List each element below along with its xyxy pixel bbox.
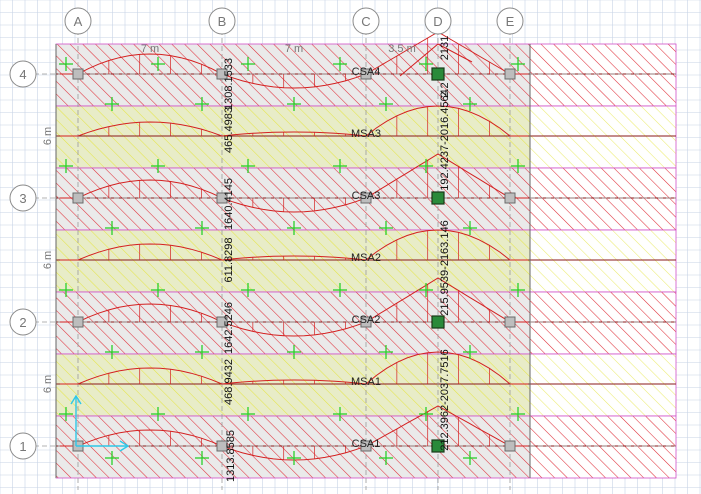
- grid-bubble-label: D: [433, 14, 442, 29]
- column-square: [72, 192, 84, 204]
- moment-label-b-msa3: 465.4983: [223, 107, 235, 153]
- moment-label-d-msa3: 192.4237-2016.4564: [439, 89, 451, 191]
- grid-bubble-label: E: [506, 14, 515, 29]
- strip-label-msa2: MSA2: [351, 252, 381, 264]
- moment-label-b-msa2: 611.8298: [223, 237, 235, 282]
- moment-label-d-msa1: 212.3962-2037.7516: [439, 349, 451, 451]
- strip-label-csa3: CSA3: [352, 190, 381, 202]
- moment-label-b-csa3: 1640.4145: [223, 178, 235, 230]
- row-spacing-label: 6 m: [42, 127, 54, 145]
- moment-label-b-csa1: 1313.8585: [225, 430, 237, 482]
- strip-ext-msa3: [530, 106, 676, 168]
- strip-label-csa4: CSA4: [352, 66, 381, 78]
- column-spacing-label: 3.5 m: [388, 43, 416, 55]
- strip-label-csa2: CSA2: [352, 314, 381, 326]
- grid-bubble-label: 1: [19, 439, 26, 454]
- strip-ext-csa3: [530, 168, 676, 230]
- row-spacing-label: 6 m: [42, 375, 54, 393]
- row-spacing-label: 6 m: [42, 251, 54, 269]
- column-square: [72, 316, 84, 328]
- grid-bubble-label: 3: [19, 191, 26, 206]
- strip-ext-csa4: [530, 44, 676, 106]
- grid-bubble-label: 4: [19, 67, 26, 82]
- column-square: [504, 192, 516, 204]
- grid-bubble-label: A: [74, 14, 83, 29]
- column-square: [72, 68, 84, 80]
- grid-bubble-label: 2: [19, 315, 26, 330]
- grid-bubble-label: B: [218, 14, 227, 29]
- moment-label-b-csa2: 1642.5246: [223, 302, 235, 354]
- moment-label-b-msa1: 468.9432: [223, 359, 235, 405]
- grid-bubble-label: C: [361, 14, 370, 29]
- column-square: [504, 68, 516, 80]
- column-square-selected: [431, 67, 445, 81]
- column-square-selected: [431, 191, 445, 205]
- column-square: [504, 440, 516, 452]
- moment-label-d-msa2: 215.9539-2163.146: [439, 220, 451, 315]
- moment-label-d-csa4: 2131: [439, 36, 451, 60]
- strip-ext-csa2: [530, 292, 676, 354]
- strip-ext-msa2: [530, 230, 676, 292]
- strip-ext-csa1: [530, 416, 676, 478]
- strip-label-csa1: CSA1: [352, 438, 381, 450]
- column-spacing-label: 7 m: [141, 43, 159, 55]
- strip-label-msa1: MSA1: [351, 376, 381, 388]
- strip-ext-msa1: [530, 354, 676, 416]
- column-spacing-label: 7 m: [285, 43, 303, 55]
- column-square-selected: [431, 315, 445, 329]
- column-square: [504, 316, 516, 328]
- moment-label-b-csa4: 1308.1533: [223, 58, 235, 110]
- strip-label-msa3: MSA3: [351, 128, 381, 140]
- model-canvas[interactable]: A B C D E 1 2 3 4 7 m 7 m 3.5 m 6 m 6 m 6 m CSA4 MSA3 C…: [0, 0, 701, 494]
